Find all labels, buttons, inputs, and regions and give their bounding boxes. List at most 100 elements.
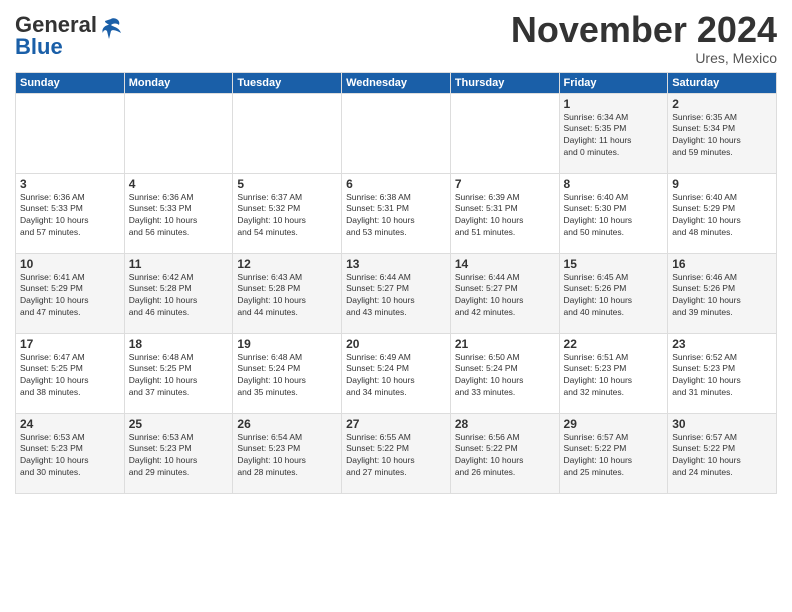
day-info: Sunrise: 6:34 AM Sunset: 5:35 PM Dayligh… [564,112,664,160]
day-number: 10 [20,257,120,271]
calendar-week-4: 17Sunrise: 6:47 AM Sunset: 5:25 PM Dayli… [16,333,777,413]
day-number: 22 [564,337,664,351]
day-info: Sunrise: 6:56 AM Sunset: 5:22 PM Dayligh… [455,432,555,480]
month-title: November 2024 [511,10,777,50]
logo-blue: Blue [15,34,63,59]
calendar-cell: 14Sunrise: 6:44 AM Sunset: 5:27 PM Dayli… [450,253,559,333]
calendar-cell: 4Sunrise: 6:36 AM Sunset: 5:33 PM Daylig… [124,173,233,253]
col-saturday: Saturday [668,72,777,93]
day-number: 7 [455,177,555,191]
calendar-cell: 19Sunrise: 6:48 AM Sunset: 5:24 PM Dayli… [233,333,342,413]
calendar-week-1: 1Sunrise: 6:34 AM Sunset: 5:35 PM Daylig… [16,93,777,173]
day-info: Sunrise: 6:50 AM Sunset: 5:24 PM Dayligh… [455,352,555,400]
day-info: Sunrise: 6:36 AM Sunset: 5:33 PM Dayligh… [129,192,229,240]
day-number: 5 [237,177,337,191]
calendar-cell: 2Sunrise: 6:35 AM Sunset: 5:34 PM Daylig… [668,93,777,173]
calendar-cell: 23Sunrise: 6:52 AM Sunset: 5:23 PM Dayli… [668,333,777,413]
day-info: Sunrise: 6:54 AM Sunset: 5:23 PM Dayligh… [237,432,337,480]
day-number: 25 [129,417,229,431]
day-info: Sunrise: 6:45 AM Sunset: 5:26 PM Dayligh… [564,272,664,320]
calendar-cell: 29Sunrise: 6:57 AM Sunset: 5:22 PM Dayli… [559,413,668,493]
day-info: Sunrise: 6:47 AM Sunset: 5:25 PM Dayligh… [20,352,120,400]
page-header: General Blue November 2024 Ures, Mexico [15,10,777,66]
calendar-week-5: 24Sunrise: 6:53 AM Sunset: 5:23 PM Dayli… [16,413,777,493]
location-subtitle: Ures, Mexico [511,50,777,66]
calendar-cell: 26Sunrise: 6:54 AM Sunset: 5:23 PM Dayli… [233,413,342,493]
day-info: Sunrise: 6:36 AM Sunset: 5:33 PM Dayligh… [20,192,120,240]
calendar-cell: 5Sunrise: 6:37 AM Sunset: 5:32 PM Daylig… [233,173,342,253]
day-number: 4 [129,177,229,191]
calendar-cell: 10Sunrise: 6:41 AM Sunset: 5:29 PM Dayli… [16,253,125,333]
day-number: 18 [129,337,229,351]
calendar-cell: 28Sunrise: 6:56 AM Sunset: 5:22 PM Dayli… [450,413,559,493]
header-row: Sunday Monday Tuesday Wednesday Thursday… [16,72,777,93]
day-info: Sunrise: 6:57 AM Sunset: 5:22 PM Dayligh… [564,432,664,480]
calendar-cell: 27Sunrise: 6:55 AM Sunset: 5:22 PM Dayli… [342,413,451,493]
calendar-cell [450,93,559,173]
day-number: 14 [455,257,555,271]
day-number: 23 [672,337,772,351]
calendar-body: 1Sunrise: 6:34 AM Sunset: 5:35 PM Daylig… [16,93,777,493]
day-number: 27 [346,417,446,431]
col-monday: Monday [124,72,233,93]
day-number: 2 [672,97,772,111]
day-number: 20 [346,337,446,351]
calendar-cell: 11Sunrise: 6:42 AM Sunset: 5:28 PM Dayli… [124,253,233,333]
calendar-cell: 16Sunrise: 6:46 AM Sunset: 5:26 PM Dayli… [668,253,777,333]
calendar-cell: 9Sunrise: 6:40 AM Sunset: 5:29 PM Daylig… [668,173,777,253]
day-number: 3 [20,177,120,191]
calendar-cell [124,93,233,173]
day-number: 24 [20,417,120,431]
day-info: Sunrise: 6:55 AM Sunset: 5:22 PM Dayligh… [346,432,446,480]
day-number: 21 [455,337,555,351]
calendar-cell: 15Sunrise: 6:45 AM Sunset: 5:26 PM Dayli… [559,253,668,333]
calendar-cell: 17Sunrise: 6:47 AM Sunset: 5:25 PM Dayli… [16,333,125,413]
calendar-cell: 1Sunrise: 6:34 AM Sunset: 5:35 PM Daylig… [559,93,668,173]
day-info: Sunrise: 6:38 AM Sunset: 5:31 PM Dayligh… [346,192,446,240]
calendar-cell: 6Sunrise: 6:38 AM Sunset: 5:31 PM Daylig… [342,173,451,253]
day-number: 17 [20,337,120,351]
day-info: Sunrise: 6:40 AM Sunset: 5:29 PM Dayligh… [672,192,772,240]
calendar-cell: 20Sunrise: 6:49 AM Sunset: 5:24 PM Dayli… [342,333,451,413]
day-info: Sunrise: 6:43 AM Sunset: 5:28 PM Dayligh… [237,272,337,320]
day-number: 26 [237,417,337,431]
logo-bird-icon [99,17,123,45]
calendar-cell: 7Sunrise: 6:39 AM Sunset: 5:31 PM Daylig… [450,173,559,253]
day-number: 16 [672,257,772,271]
day-info: Sunrise: 6:52 AM Sunset: 5:23 PM Dayligh… [672,352,772,400]
day-info: Sunrise: 6:53 AM Sunset: 5:23 PM Dayligh… [20,432,120,480]
day-info: Sunrise: 6:42 AM Sunset: 5:28 PM Dayligh… [129,272,229,320]
day-info: Sunrise: 6:48 AM Sunset: 5:24 PM Dayligh… [237,352,337,400]
calendar-cell [233,93,342,173]
day-number: 13 [346,257,446,271]
day-info: Sunrise: 6:44 AM Sunset: 5:27 PM Dayligh… [455,272,555,320]
col-friday: Friday [559,72,668,93]
calendar-cell: 13Sunrise: 6:44 AM Sunset: 5:27 PM Dayli… [342,253,451,333]
day-info: Sunrise: 6:40 AM Sunset: 5:30 PM Dayligh… [564,192,664,240]
logo: General Blue [15,14,123,58]
day-number: 12 [237,257,337,271]
day-info: Sunrise: 6:48 AM Sunset: 5:25 PM Dayligh… [129,352,229,400]
calendar-cell: 18Sunrise: 6:48 AM Sunset: 5:25 PM Dayli… [124,333,233,413]
page-container: General Blue November 2024 Ures, Mexico … [0,0,792,499]
calendar-week-3: 10Sunrise: 6:41 AM Sunset: 5:29 PM Dayli… [16,253,777,333]
day-number: 1 [564,97,664,111]
calendar-header: Sunday Monday Tuesday Wednesday Thursday… [16,72,777,93]
day-info: Sunrise: 6:51 AM Sunset: 5:23 PM Dayligh… [564,352,664,400]
calendar-cell: 25Sunrise: 6:53 AM Sunset: 5:23 PM Dayli… [124,413,233,493]
col-wednesday: Wednesday [342,72,451,93]
calendar-table: Sunday Monday Tuesday Wednesday Thursday… [15,72,777,494]
calendar-cell: 21Sunrise: 6:50 AM Sunset: 5:24 PM Dayli… [450,333,559,413]
calendar-cell: 30Sunrise: 6:57 AM Sunset: 5:22 PM Dayli… [668,413,777,493]
day-info: Sunrise: 6:49 AM Sunset: 5:24 PM Dayligh… [346,352,446,400]
calendar-cell: 12Sunrise: 6:43 AM Sunset: 5:28 PM Dayli… [233,253,342,333]
calendar-cell [342,93,451,173]
day-number: 9 [672,177,772,191]
day-number: 28 [455,417,555,431]
day-number: 29 [564,417,664,431]
calendar-cell: 8Sunrise: 6:40 AM Sunset: 5:30 PM Daylig… [559,173,668,253]
day-info: Sunrise: 6:37 AM Sunset: 5:32 PM Dayligh… [237,192,337,240]
col-thursday: Thursday [450,72,559,93]
calendar-week-2: 3Sunrise: 6:36 AM Sunset: 5:33 PM Daylig… [16,173,777,253]
day-info: Sunrise: 6:57 AM Sunset: 5:22 PM Dayligh… [672,432,772,480]
